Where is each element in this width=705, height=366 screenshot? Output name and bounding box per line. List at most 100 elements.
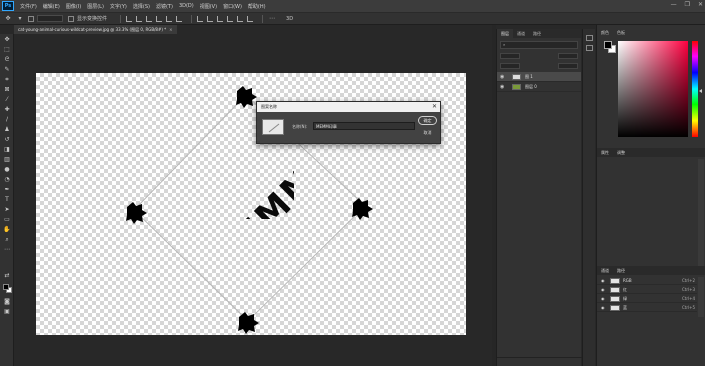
hue-slider-handle-icon[interactable] xyxy=(699,89,702,93)
color-picker-field[interactable] xyxy=(618,41,688,137)
pattern-name-input[interactable]: MEMM印章 xyxy=(313,122,415,130)
close-tab-icon[interactable]: × xyxy=(169,27,172,32)
foreground-color-swatch[interactable] xyxy=(604,41,612,49)
blend-mode-dropdown[interactable] xyxy=(500,53,520,59)
cancel-button[interactable]: 取消 xyxy=(418,128,437,137)
show-transform-checkbox[interactable] xyxy=(68,15,74,22)
distribute-bottom-icon[interactable] xyxy=(217,15,224,22)
tab-color[interactable]: 颜色 xyxy=(601,29,609,37)
layer-row[interactable]: ◉ 图 1 xyxy=(497,72,581,82)
quick-mask-icon[interactable]: ◙ xyxy=(3,298,11,305)
auto-select-checkbox[interactable] xyxy=(28,15,34,22)
align-top-icon[interactable] xyxy=(156,15,163,22)
stamp-tool-icon[interactable]: ♟ xyxy=(3,126,11,133)
foreground-color-swatch[interactable] xyxy=(3,284,9,290)
tab-channels[interactable]: 通道 xyxy=(597,268,613,273)
hue-slider[interactable] xyxy=(692,41,698,137)
align-right-icon[interactable] xyxy=(146,15,153,22)
quick-select-tool-icon[interactable]: ✎ xyxy=(3,66,11,73)
actions-panel-icon[interactable] xyxy=(586,45,593,51)
swap-colors-icon[interactable]: ⇄ xyxy=(3,272,11,279)
tab-paths[interactable]: 路径 xyxy=(529,29,545,38)
marquee-tool-icon[interactable]: ⬚ xyxy=(3,46,11,53)
align-center-icon[interactable] xyxy=(136,15,143,22)
close-window-button[interactable]: ✕ xyxy=(698,1,703,8)
align-middle-icon[interactable] xyxy=(166,15,173,22)
ok-button[interactable]: 确定 xyxy=(418,116,437,125)
visibility-eye-icon[interactable]: ◉ xyxy=(601,295,605,303)
eyedropper-tool-icon[interactable]: ⁄ xyxy=(3,96,11,103)
dialog-close-icon[interactable]: ✕ xyxy=(432,102,437,112)
distribute-middle-icon[interactable] xyxy=(207,15,214,22)
tab-channels[interactable]: 通道 xyxy=(513,29,529,38)
visibility-eye-icon[interactable]: ◉ xyxy=(500,82,504,92)
menu-select[interactable]: 选择(S) xyxy=(130,3,153,10)
screen-mode-icon[interactable]: ▣ xyxy=(3,308,11,315)
distribute-center-icon[interactable] xyxy=(237,15,244,22)
channels-scrollbar[interactable] xyxy=(698,277,704,317)
menu-type[interactable]: 文字(Y) xyxy=(107,3,130,10)
fill-field[interactable] xyxy=(558,63,578,69)
history-panel-icon[interactable] xyxy=(586,35,593,41)
menu-window[interactable]: 窗口(W) xyxy=(220,3,245,10)
document-tab[interactable]: cat-young-animal-curious-wildcat-preview… xyxy=(14,25,177,34)
visibility-eye-icon[interactable]: ◉ xyxy=(500,72,504,82)
maximize-button[interactable]: ❐ xyxy=(685,1,690,8)
visibility-eye-icon[interactable]: ◉ xyxy=(601,277,605,285)
lock-icons[interactable] xyxy=(500,63,520,69)
menu-view[interactable]: 视图(V) xyxy=(197,3,220,10)
more-tools-icon[interactable]: ⋯ xyxy=(3,246,11,253)
tab-swatches[interactable]: 色板 xyxy=(617,29,625,37)
hand-tool-icon[interactable]: ✋ xyxy=(3,226,11,233)
zoom-tool-icon[interactable]: ⌕ xyxy=(3,236,11,243)
distribute-top-icon[interactable] xyxy=(197,15,204,22)
menu-filter[interactable]: 滤镜(T) xyxy=(153,3,176,10)
dropdown-arrow-icon[interactable]: ▾ xyxy=(16,15,24,22)
distribute-right-icon[interactable] xyxy=(247,15,254,22)
distribute-left-icon[interactable] xyxy=(227,15,234,22)
crop-tool-icon[interactable]: ⌗ xyxy=(3,76,11,83)
pen-tool-icon[interactable]: ✒ xyxy=(3,186,11,193)
rectangle-tool-icon[interactable]: ▭ xyxy=(3,216,11,223)
channel-row[interactable]: ◉ 红 Ctrl+3 xyxy=(597,286,697,294)
minimize-button[interactable]: — xyxy=(671,1,677,8)
opacity-field[interactable] xyxy=(558,53,578,59)
menu-layer[interactable]: 图层(L) xyxy=(84,3,107,10)
menu-file[interactable]: 文件(F) xyxy=(17,3,40,10)
visibility-eye-icon[interactable]: ◉ xyxy=(601,304,605,312)
tab-paths[interactable]: 路径 xyxy=(613,268,629,273)
align-left-icon[interactable] xyxy=(126,15,133,22)
frame-tool-icon[interactable]: ⊠ xyxy=(3,86,11,93)
visibility-eye-icon[interactable]: ◉ xyxy=(601,286,605,294)
type-tool-icon[interactable]: T xyxy=(3,196,11,203)
history-brush-icon[interactable]: ↺ xyxy=(3,136,11,143)
layer-row[interactable]: ◉ 图层 0 xyxy=(497,82,581,92)
auto-select-dropdown[interactable] xyxy=(37,15,63,22)
healing-brush-icon[interactable]: ✚ xyxy=(3,106,11,113)
move-tool-icon[interactable]: ✥ xyxy=(3,36,11,43)
mini-color-swatches[interactable] xyxy=(604,41,616,53)
brush-tool-icon[interactable]: ∕ xyxy=(3,116,11,123)
path-select-tool-icon[interactable]: ➤ xyxy=(3,206,11,213)
more-options-icon[interactable]: ⋯ xyxy=(268,15,276,22)
align-bottom-icon[interactable] xyxy=(176,15,183,22)
channel-row[interactable]: ◉ RGB Ctrl+2 xyxy=(597,277,697,285)
layer-filter-search[interactable]: ⌕ xyxy=(500,41,578,49)
blur-tool-icon[interactable]: ● xyxy=(3,166,11,173)
eraser-tool-icon[interactable]: ◨ xyxy=(3,146,11,153)
properties-scrollbar[interactable] xyxy=(698,159,704,269)
menu-help[interactable]: 帮助(H) xyxy=(245,3,269,10)
dodge-tool-icon[interactable]: ◔ xyxy=(3,176,11,183)
channel-row[interactable]: ◉ 蓝 Ctrl+5 xyxy=(597,304,697,312)
lasso-tool-icon[interactable]: ᘓ xyxy=(3,56,11,63)
move-tool-icon[interactable]: ✥ xyxy=(4,15,12,22)
menu-edit[interactable]: 编辑(E) xyxy=(40,3,63,10)
tab-properties[interactable]: 属性 xyxy=(597,150,613,155)
channel-row[interactable]: ◉ 绿 Ctrl+4 xyxy=(597,295,697,303)
gradient-tool-icon[interactable]: ▥ xyxy=(3,156,11,163)
menu-3d[interactable]: 3D(D) xyxy=(176,3,197,9)
tab-layers[interactable]: 图层 xyxy=(497,29,513,38)
tab-adjustments[interactable]: 调整 xyxy=(613,150,629,155)
color-swatches[interactable] xyxy=(3,284,12,293)
menu-image[interactable]: 图像(I) xyxy=(63,3,84,10)
